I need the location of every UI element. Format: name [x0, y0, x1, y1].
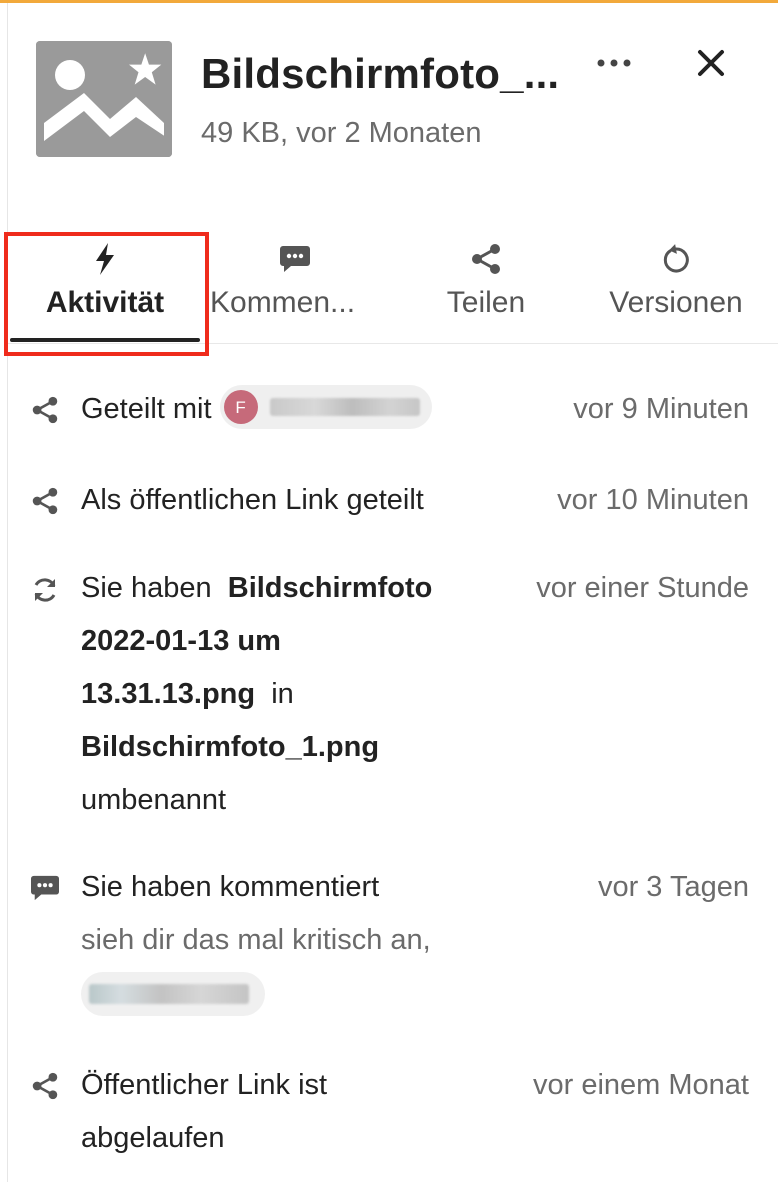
- avatar: F: [223, 390, 258, 425]
- share-icon: [30, 1071, 60, 1101]
- activity-text: Als öffentlichen Link geteilt: [81, 484, 424, 516]
- activity-text: in: [271, 678, 294, 710]
- more-horizontal-icon: [596, 55, 632, 73]
- more-options-button[interactable]: [592, 48, 636, 80]
- blurred-mention: [89, 983, 249, 1004]
- tab-versions-label: Versionen: [609, 286, 743, 319]
- old-filename-cont: 13.31.13.png: [81, 678, 256, 710]
- activity-text: Öffentlicher Link ist: [81, 1069, 328, 1101]
- old-filename-cont: 2022-01-13 um: [81, 625, 281, 657]
- rename-icon: [30, 575, 60, 605]
- activity-item-renamed: Sie haben Bildschirmfoto 2022-01-13 um 1…: [81, 562, 501, 827]
- new-filename: Bildschirmfoto_1.png: [81, 731, 380, 763]
- top-accent-bar: [0, 0, 778, 3]
- activity-text: umbenannt: [81, 784, 227, 816]
- file-meta: 49 KB, vor 2 Monaten: [201, 117, 482, 149]
- activity-time: vor 9 Minuten: [573, 393, 749, 425]
- activity-time: vor 10 Minuten: [557, 484, 749, 516]
- activity-text: Geteilt mit: [81, 393, 212, 425]
- comment-text: sieh dir das mal kritisch an,: [81, 924, 431, 956]
- activity-time: vor einer Stunde: [536, 572, 749, 604]
- blurred-username: [269, 398, 420, 417]
- share-icon: [470, 242, 502, 276]
- tab-versions[interactable]: Versionen: [596, 230, 756, 344]
- history-icon: [661, 242, 691, 276]
- user-chip[interactable]: F: [219, 385, 432, 430]
- old-filename: Bildschirmfoto: [227, 572, 433, 604]
- activity-text: Sie haben kommentiert: [81, 871, 380, 903]
- activity-time: vor 3 Tagen: [597, 871, 749, 903]
- comment-icon: [210, 242, 380, 276]
- activity-time: vor einem Monat: [533, 1069, 749, 1101]
- mention-chip[interactable]: [81, 971, 265, 1016]
- tab-share-label: Teilen: [446, 286, 526, 319]
- tab-comments-label: Kommen...: [210, 286, 356, 319]
- share-icon: [30, 395, 60, 425]
- activity-item-link-expired: Öffentlicher Link ist abgelaufen: [81, 1059, 481, 1165]
- comment-icon: [30, 873, 60, 903]
- tab-comments[interactable]: Kommen...: [210, 230, 380, 344]
- image-placeholder-icon: [36, 41, 172, 157]
- activity-item-shared-with: Geteilt mit F: [81, 383, 432, 436]
- activity-text: Sie haben: [81, 572, 212, 604]
- close-icon: [697, 49, 725, 82]
- activity-item-commented: Sie haben kommentiert sieh dir das mal k…: [81, 861, 541, 1020]
- close-button[interactable]: [688, 42, 734, 88]
- sidebar-left-border: [7, 3, 8, 1182]
- tab-share[interactable]: Teilen: [426, 230, 546, 344]
- file-title: Bildschirmfoto_...: [201, 50, 560, 97]
- highlight-annotation: [4, 232, 209, 356]
- share-icon: [30, 486, 60, 516]
- activity-text: abgelaufen: [81, 1122, 225, 1154]
